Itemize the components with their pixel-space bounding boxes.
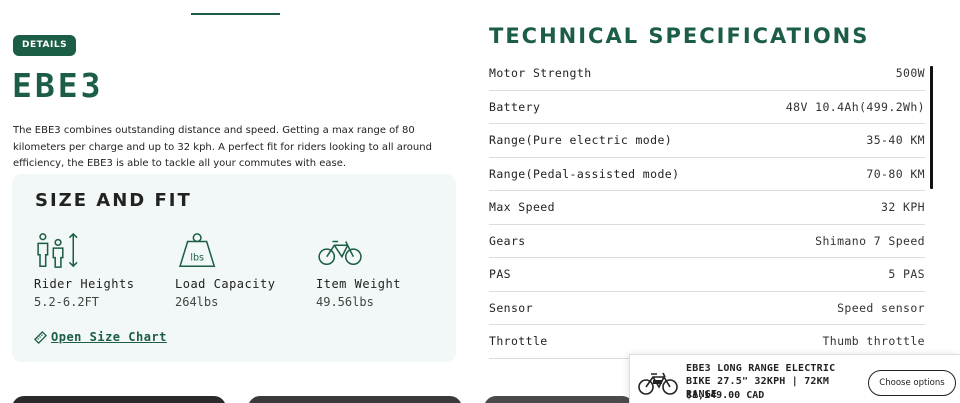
choose-options-button[interactable]: Choose options [868,370,956,396]
spec-row: Max Speed 32 KPH [489,191,925,225]
spec-value: Shimano 7 Speed [815,233,925,248]
spec-row: Range(Pedal-assisted mode) 70-80 KM [489,158,925,191]
product-title: EBE3 [12,66,104,105]
gallery-image-2[interactable] [248,396,462,403]
spec-value: 35-40 KM [866,133,925,148]
rider-heights-icon [37,232,78,268]
spec-value: Thumb throttle [822,334,925,349]
specs-table: Motor Strength 500W Battery 48V 10.4Ah(499… [489,57,925,359]
open-size-chart-link[interactable]: Open Size Chart [34,330,167,344]
fit-item-rider-heights: Rider Heights 5.2-6.2FT [34,232,164,309]
size-and-fit-title: SIZE AND FIT [35,190,192,211]
spec-value: 48V 10.4Ah(499.2Wh) [785,99,925,114]
spec-row: Range(Pure electric mode) 35-40 KM [489,124,925,158]
spec-value: 70-80 KM [866,166,925,181]
sticky-add-to-cart-bar: EBE3 LONG RANGE ELECTRIC BIKE 27.5" 32KP… [629,354,960,403]
load-capacity-label: Load Capacity [175,277,276,291]
gallery-image-1[interactable] [12,396,226,403]
spec-value: Speed sensor [837,300,925,315]
spec-key: Motor Strength [489,66,592,81]
bike-thumbnail [638,372,678,395]
open-size-chart-label: Open Size Chart [51,330,167,344]
weight-lbs-icon: lbs [179,233,216,267]
spec-key: Gears [489,233,526,248]
spec-key: PAS [489,267,511,282]
spec-key: Range(Pedal-assisted mode) [489,166,680,181]
gallery-image-3[interactable] [484,396,634,403]
rider-heights-value: 5.2-6.2FT [34,295,100,309]
load-capacity-value: 264lbs [175,295,219,309]
specs-scrollbar[interactable] [930,66,933,189]
ruler-icon [34,330,47,344]
spec-row: Battery 48V 10.4Ah(499.2Wh) [489,91,925,124]
spec-row: Motor Strength 500W [489,57,925,91]
rider-heights-label: Rider Heights [34,277,135,291]
fit-item-load-capacity: lbs Load Capacity 264lbs [175,232,305,309]
weight-icon-text: lbs [190,253,204,264]
spec-value: 32 KPH [881,200,925,215]
spec-value: 500W [895,66,925,81]
spec-key: Max Speed [489,200,555,215]
spec-key: Battery [489,99,541,114]
sticky-product-price: $1,149.00 CAD [686,390,765,401]
fit-item-item-weight: Item Weight 49.56lbs [316,232,446,309]
spec-row: Gears Shimano 7 Speed [489,225,925,258]
spec-key: Throttle [489,334,548,349]
spec-row: Sensor Speed sensor [489,292,925,325]
item-weight-label: Item Weight [316,277,401,291]
spec-value: 5 PAS [888,267,925,282]
size-and-fit-card: SIZE AND FIT Rider Heights 5.2-6.2FT lbs… [12,174,456,362]
active-tab-indicator [191,13,280,15]
technical-specifications-title: TECHNICAL SPECIFICATIONS [489,24,870,48]
spec-key: Sensor [489,300,533,315]
bicycle-icon [318,240,362,266]
details-badge: DETAILS [13,35,77,56]
spec-row: PAS 5 PAS [489,258,925,292]
item-weight-value: 49.56lbs [316,295,374,309]
sticky-product-name-line1: EBE3 LONG RANGE ELECTRIC [686,363,836,374]
product-description: The EBE3 combines outstanding distance a… [13,125,432,169]
spec-key: Range(Pure electric mode) [489,133,673,148]
